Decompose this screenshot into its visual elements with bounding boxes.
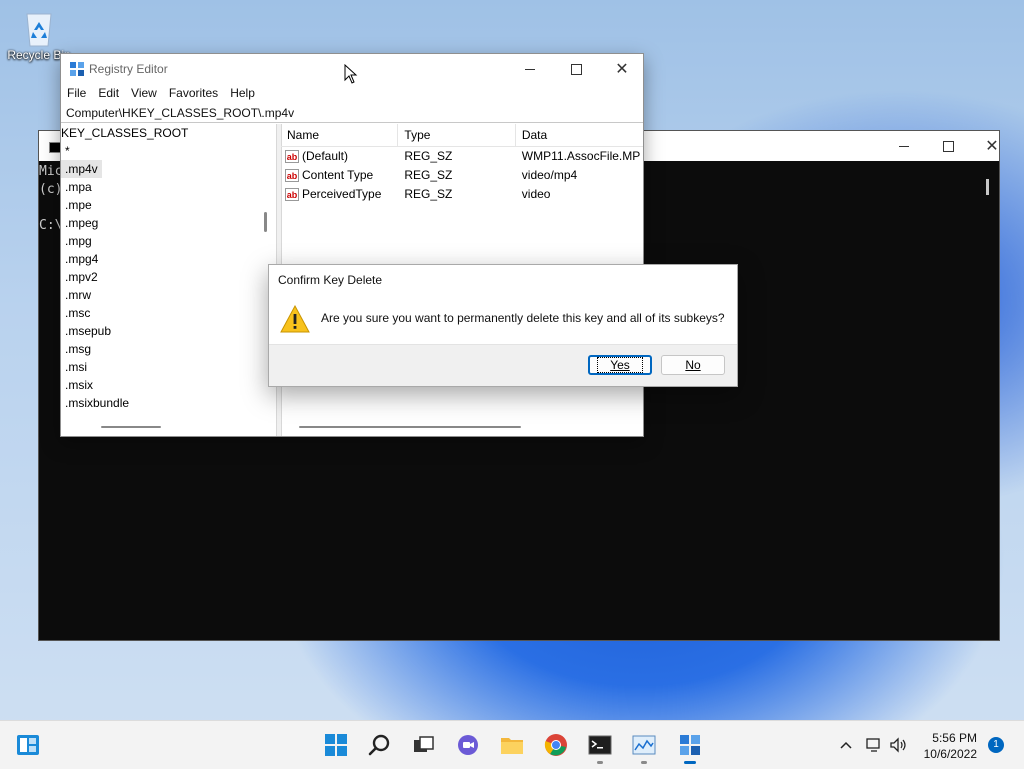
network-icon[interactable] — [864, 733, 884, 757]
no-button[interactable]: No — [661, 355, 725, 375]
column-data[interactable]: Data — [516, 124, 643, 146]
chat-icon[interactable] — [456, 733, 480, 757]
console-line: Mic — [39, 164, 63, 179]
regedit-title: Registry Editor — [89, 62, 168, 76]
tree-item[interactable]: .mpe — [61, 196, 276, 214]
no-button-label: No — [685, 358, 701, 372]
console-output[interactable]: Mic (c) C:\ — [39, 163, 62, 235]
tree-item[interactable]: .mpa — [61, 178, 276, 196]
value-row[interactable]: ab Content Type REG_SZ video/mp4 — [281, 166, 643, 185]
values-header: Name Type Data — [281, 124, 643, 147]
value-row[interactable]: ab (Default) REG_SZ WMP11.AssocFile.MP — [281, 147, 643, 166]
file-explorer-icon[interactable] — [500, 733, 524, 757]
registry-editor-active-indicator — [684, 761, 696, 764]
tree-item-selected[interactable]: .mp4v — [61, 160, 102, 178]
tree-item[interactable]: .msixbundle — [61, 394, 276, 412]
values-horizontal-scrollbar[interactable] — [299, 426, 521, 428]
terminal-running-indicator — [597, 761, 603, 764]
terminal-icon[interactable] — [588, 733, 612, 757]
tree-item[interactable]: .msc — [61, 304, 276, 322]
dialog-footer: Yes No — [269, 344, 737, 386]
menu-favorites[interactable]: Favorites — [169, 84, 224, 104]
mouse-cursor-icon — [344, 64, 358, 84]
string-value-icon: ab — [285, 169, 299, 182]
console-scrollbar[interactable] — [986, 179, 989, 195]
value-row[interactable]: ab PerceivedType REG_SZ video — [281, 185, 643, 204]
value-data: video — [521, 187, 551, 201]
tree-item[interactable]: .msix — [61, 376, 276, 394]
menu-help[interactable]: Help — [230, 84, 261, 104]
value-name: Content Type — [302, 168, 374, 182]
tree-item[interactable]: .mpg — [61, 232, 276, 250]
tree-item[interactable]: .mpv2 — [61, 268, 276, 286]
column-type[interactable]: Type — [398, 124, 516, 146]
search-icon[interactable] — [368, 733, 392, 757]
value-name: PerceivedType — [302, 187, 382, 201]
tree-item[interactable]: .mpeg — [61, 214, 276, 232]
console-minimize-button[interactable] — [881, 131, 927, 161]
menu-view[interactable]: View — [131, 84, 163, 104]
clock[interactable]: 5:56 PM 10/6/2022 — [924, 730, 977, 762]
console-maximize-button[interactable] — [925, 131, 971, 161]
task-view-icon[interactable] — [412, 733, 436, 757]
value-type: REG_SZ — [404, 187, 453, 201]
regedit-maximize-button[interactable] — [553, 54, 599, 84]
recycle-bin-icon — [22, 8, 56, 48]
confirm-delete-dialog[interactable]: Confirm Key Delete Are you sure you want… — [268, 264, 738, 387]
tree-horizontal-scrollbar[interactable] — [101, 426, 161, 428]
key-tree[interactable]: KEY_CLASSES_ROOT * .mp4v .mpa .mpe .mpeg… — [61, 124, 277, 436]
string-value-icon: ab — [285, 188, 299, 201]
menu-file[interactable]: File — [67, 84, 92, 104]
yes-button[interactable]: Yes — [588, 355, 652, 375]
regedit-close-button[interactable]: ✕ — [599, 54, 645, 84]
registry-editor-taskbar-icon[interactable] — [678, 733, 702, 757]
chevron-up-icon[interactable] — [836, 733, 856, 757]
tree-vertical-scrollbar[interactable] — [264, 212, 267, 232]
value-data: video/mp4 — [521, 168, 578, 182]
tree-item[interactable]: .msepub — [61, 322, 276, 340]
tree-item[interactable]: .msi — [61, 358, 276, 376]
volume-icon[interactable] — [888, 733, 910, 757]
tree-item[interactable]: .mpg4 — [61, 250, 276, 268]
console-close-button[interactable]: ✕ — [969, 131, 1015, 161]
notification-badge[interactable]: 1 — [988, 737, 1004, 753]
value-data: WMP11.AssocFile.MP — [521, 149, 641, 163]
console-line: C:\ — [39, 218, 63, 233]
chrome-icon[interactable] — [544, 733, 568, 757]
tree-item[interactable]: .msg — [61, 340, 276, 358]
warning-icon — [280, 305, 310, 333]
value-type: REG_SZ — [404, 149, 453, 163]
resource-monitor-icon[interactable] — [632, 733, 656, 757]
tree-item[interactable]: * — [61, 142, 276, 160]
regedit-minimize-button[interactable] — [507, 54, 553, 84]
clock-time: 5:56 PM — [932, 731, 977, 745]
dialog-message: Are you sure you want to permanently del… — [321, 311, 725, 325]
clock-date: 10/6/2022 — [923, 747, 977, 761]
yes-button-label: Yes — [597, 357, 643, 373]
console-line: (c) — [39, 182, 63, 197]
tree-item[interactable]: .mrw — [61, 286, 276, 304]
menu-edit[interactable]: Edit — [98, 84, 125, 104]
column-name[interactable]: Name — [281, 124, 399, 146]
start-icon[interactable] — [324, 733, 348, 757]
registry-editor-icon — [70, 62, 84, 76]
taskbar: 5:56 PM 10/6/2022 1 — [0, 720, 1024, 769]
resource-monitor-running-indicator — [641, 761, 647, 764]
address-bar[interactable]: Computer\HKEY_CLASSES_ROOT\.mp4v — [61, 104, 643, 123]
string-value-icon: ab — [285, 150, 299, 163]
dialog-title: Confirm Key Delete — [278, 273, 383, 287]
regedit-menubar: File Edit View Favorites Help — [61, 84, 643, 104]
tree-item-root[interactable]: KEY_CLASSES_ROOT — [61, 124, 276, 142]
widgets-icon[interactable] — [16, 733, 40, 757]
value-name: (Default) — [302, 149, 349, 163]
value-type: REG_SZ — [404, 168, 453, 182]
